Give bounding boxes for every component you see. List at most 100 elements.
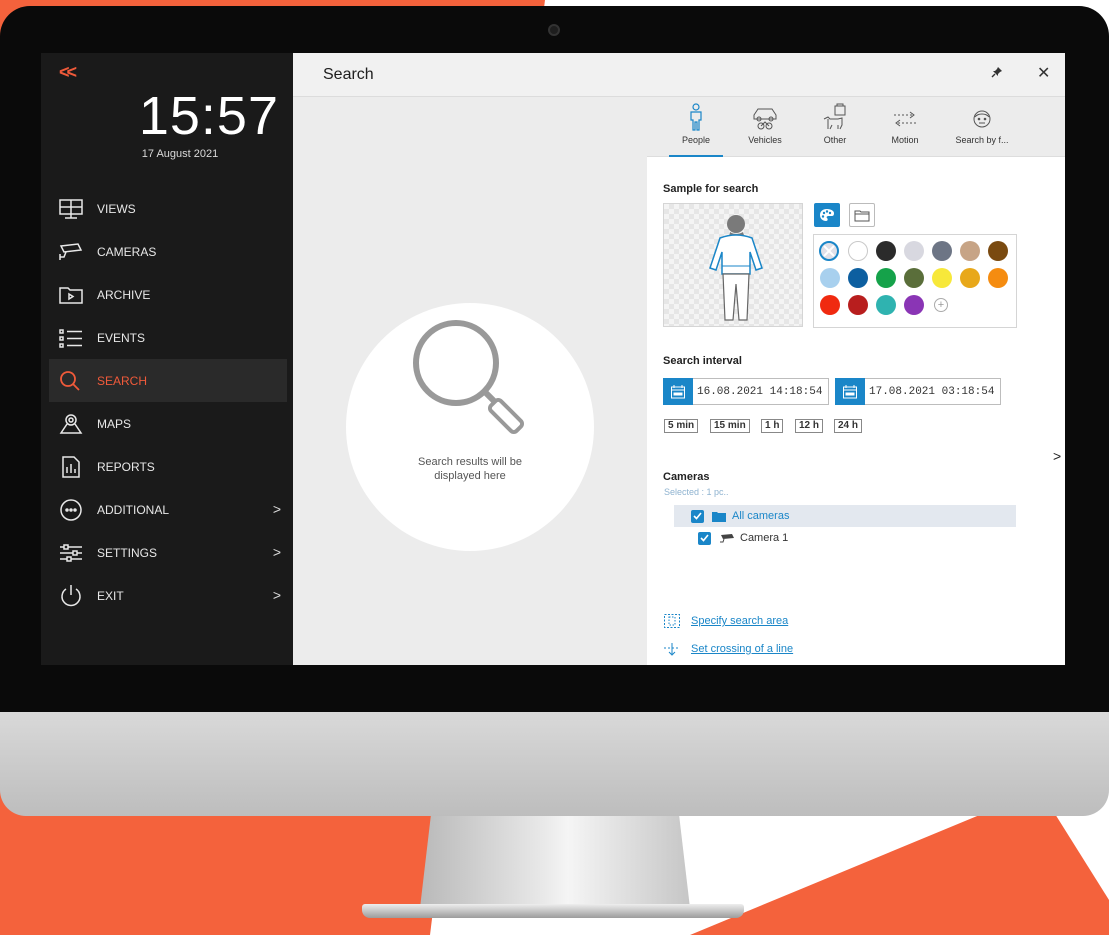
date-from-value: 16.08.2021 14:18:54 [697, 385, 823, 398]
color-swatch[interactable] [876, 268, 896, 288]
tab-label: People [681, 135, 711, 145]
page-title: Search [323, 66, 374, 83]
cameras-title: Cameras [663, 471, 710, 483]
color-swatch[interactable] [960, 241, 980, 261]
camera-item[interactable]: Camera 1 [698, 527, 788, 549]
color-none-swatch[interactable] [819, 241, 839, 261]
tab-vehicles[interactable]: Vehicles [735, 97, 795, 157]
color-swatch[interactable] [876, 241, 896, 261]
camera-group-all[interactable]: All cameras [674, 505, 1016, 527]
date-from-field[interactable]: 16.08.2021 14:18:54 [663, 378, 829, 405]
nav-item-reports[interactable]: REPORTS [49, 445, 287, 488]
interval-title: Search interval [663, 355, 742, 367]
vehicles-icon [753, 108, 777, 130]
color-swatch[interactable] [876, 295, 896, 315]
tab-motion[interactable]: Motion [875, 97, 935, 157]
color-swatches: + [813, 234, 1017, 328]
nav-item-exit[interactable]: EXIT > [49, 574, 287, 617]
nav-label-search: SEARCH [97, 373, 148, 388]
camera-group-label: All cameras [732, 510, 790, 522]
nav-label-events: EVENTS [97, 330, 146, 345]
app-screen: << 15:57 17 August 2021 VIEWS CAMERAS AR… [41, 53, 1065, 665]
date-to-value: 17.08.2021 03:18:54 [869, 385, 995, 398]
tab-label: Search by f... [955, 135, 1009, 145]
calendar-icon[interactable] [835, 378, 865, 405]
results-empty-message: Search results will be displayed here [346, 455, 594, 483]
motion-icon [894, 111, 916, 127]
quick-interval-1h[interactable]: 1 h [761, 419, 784, 433]
quick-interval-5min[interactable]: 5 min [664, 419, 699, 433]
person-icon [690, 103, 702, 131]
other-icon [823, 103, 846, 130]
area-icon [664, 614, 680, 628]
tab-label: Other [823, 135, 847, 145]
chevron-right-icon: > [272, 501, 281, 517]
color-swatch[interactable] [988, 241, 1008, 261]
panel-header: Search ✕ [293, 53, 1065, 97]
chevron-right-icon: > [272, 544, 281, 560]
specify-search-area-label[interactable]: Specify search area [691, 615, 788, 627]
color-swatch[interactable] [932, 241, 952, 261]
tab-face-search[interactable]: Search by f... [947, 97, 1017, 157]
color-swatch[interactable] [820, 268, 840, 288]
tab-other[interactable]: Other [807, 97, 863, 157]
color-palette-button[interactable] [814, 203, 840, 227]
nav-item-additional[interactable]: ADDITIONAL > [49, 488, 287, 531]
close-button[interactable]: ✕ [1037, 63, 1050, 83]
events-icon [55, 326, 87, 350]
add-color-button[interactable]: + [934, 298, 948, 312]
set-line-crossing-link[interactable]: Set crossing of a line [663, 641, 793, 657]
sample-title: Sample for search [663, 183, 759, 195]
map-icon [55, 412, 87, 436]
quick-interval-24h[interactable]: 24 h [834, 419, 863, 433]
archive-icon [55, 283, 87, 307]
monitor-stand-base [362, 904, 744, 918]
monitor-chin [0, 712, 1109, 816]
color-swatch[interactable] [988, 268, 1008, 288]
camera-icon [720, 534, 734, 543]
nav-item-archive[interactable]: ARCHIVE [49, 273, 287, 316]
pin-icon[interactable] [991, 66, 1003, 81]
open-file-button[interactable] [849, 203, 875, 227]
folder-icon [712, 511, 726, 522]
report-icon [55, 455, 87, 479]
quick-interval-15min[interactable]: 15 min [710, 419, 750, 433]
monitor-stand [420, 816, 690, 908]
nav-item-search[interactable]: SEARCH [49, 359, 287, 402]
color-swatch[interactable] [904, 241, 924, 261]
quick-interval-12h[interactable]: 12 h [795, 419, 824, 433]
color-swatch[interactable] [848, 241, 868, 261]
main-nav: VIEWS CAMERAS ARCHIVE EVENTS SEARCH MAPS… [49, 187, 287, 617]
nav-item-events[interactable]: EVENTS [49, 316, 287, 359]
color-swatch[interactable] [904, 295, 924, 315]
expand-panel-button[interactable]: > [1053, 448, 1061, 464]
cameras-selected-count: Selected : 1 pc.. [664, 487, 729, 497]
date-to-field[interactable]: 17.08.2021 03:18:54 [835, 378, 1001, 405]
nav-label-cameras: CAMERAS [97, 244, 157, 259]
search-type-tabs: People Vehicles Other Motion Search by f… [647, 97, 1065, 157]
collapse-sidebar-button[interactable]: << [59, 62, 77, 83]
color-swatch[interactable] [848, 268, 868, 288]
tab-label: Vehicles [748, 135, 782, 145]
color-swatch[interactable] [960, 268, 980, 288]
calendar-icon[interactable] [663, 378, 693, 405]
color-swatch[interactable] [932, 268, 952, 288]
color-swatch[interactable] [904, 268, 924, 288]
tab-people[interactable]: People [669, 97, 723, 157]
specify-search-area-link[interactable]: Specify search area [663, 613, 788, 629]
nav-label-additional: ADDITIONAL [97, 502, 170, 517]
nav-item-cameras[interactable]: CAMERAS [49, 230, 287, 273]
checkbox-all-cameras[interactable] [691, 509, 704, 523]
nav-item-views[interactable]: VIEWS [49, 187, 287, 230]
more-icon [55, 498, 87, 522]
set-line-crossing-label[interactable]: Set crossing of a line [691, 643, 793, 655]
color-swatch[interactable] [848, 295, 868, 315]
nav-item-settings[interactable]: SETTINGS > [49, 531, 287, 574]
clock-date: 17 August 2021 [141, 148, 219, 160]
sample-image[interactable] [663, 203, 803, 327]
checkbox-camera-1[interactable] [698, 531, 711, 545]
nav-item-maps[interactable]: MAPS [49, 402, 287, 445]
camera-item-label: Camera 1 [740, 532, 789, 544]
search-icon [55, 369, 87, 393]
color-swatch[interactable] [820, 295, 840, 315]
